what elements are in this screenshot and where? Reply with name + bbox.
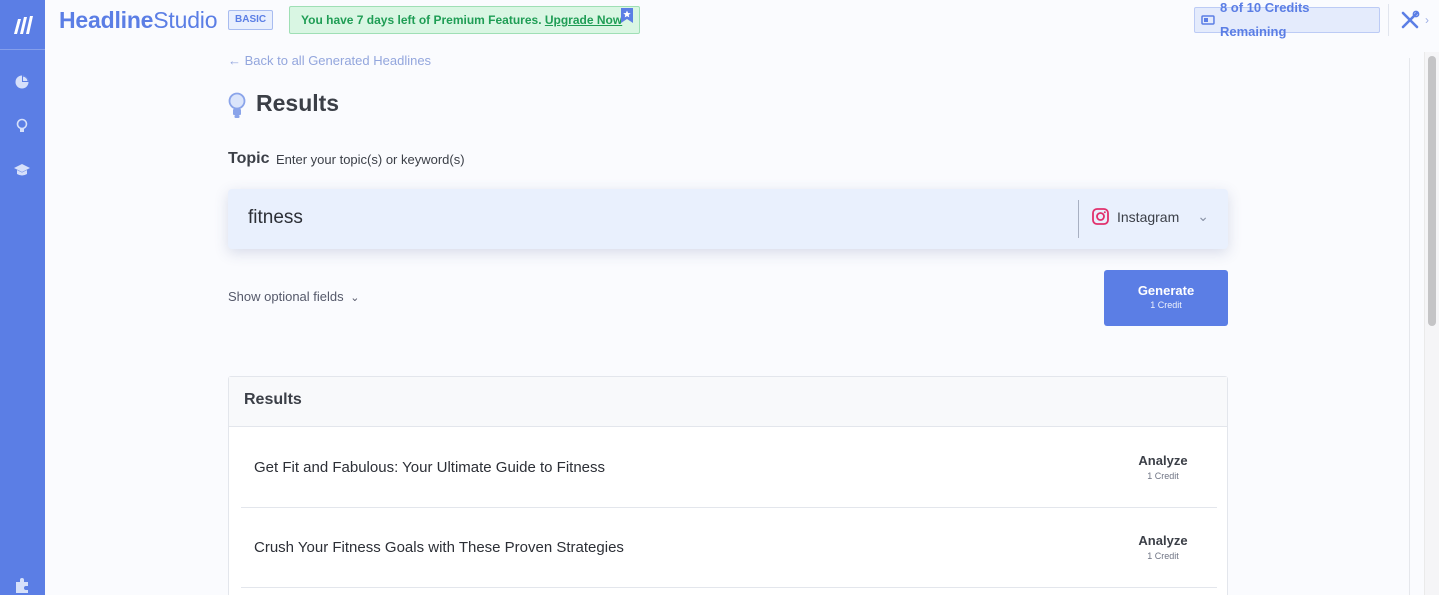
analyze-button[interactable]: Analyze 1 Credit bbox=[1121, 533, 1205, 561]
result-row: Get Fit and Fabulous: Your Ultimate Guid… bbox=[241, 428, 1217, 508]
brand-bold: Headline bbox=[59, 7, 154, 33]
analyze-label: Analyze bbox=[1138, 533, 1188, 548]
credits-remaining[interactable]: 8 of 10 Credits Remaining bbox=[1194, 0, 1380, 39]
topic-input[interactable]: fitness bbox=[248, 207, 303, 229]
analyze-cost: 1 Credit bbox=[1147, 551, 1179, 561]
result-headline: Crush Your Fitness Goals with These Prov… bbox=[254, 539, 624, 556]
chevron-down-icon: ⌄ bbox=[1197, 208, 1209, 224]
result-headline: Get Fit and Fabulous: Your Ultimate Guid… bbox=[254, 459, 606, 476]
brand-light: Studio bbox=[153, 7, 218, 33]
generate-button[interactable]: Generate 1 Credit bbox=[1104, 270, 1228, 326]
topic-field: fitness Instagram ⌄ bbox=[228, 189, 1228, 249]
chevron-right-icon[interactable]: › bbox=[1425, 13, 1429, 27]
platform-label: Instagram bbox=[1117, 208, 1180, 225]
back-link[interactable]: ← Back to all Generated Headlines bbox=[228, 53, 431, 68]
analyze-label: Analyze bbox=[1138, 453, 1188, 468]
top-bar: HeadlineStudio BASIC You have 7 days lef… bbox=[45, 0, 1439, 40]
optional-fields-label: Show optional fields bbox=[228, 289, 344, 304]
star-ribbon-icon bbox=[620, 6, 634, 23]
credits-text: 8 of 10 Credits Remaining bbox=[1219, 0, 1310, 39]
results-panel: Results Get Fit and Fabulous: Your Ultim… bbox=[228, 376, 1228, 595]
logo-icon[interactable] bbox=[0, 0, 45, 50]
scrollbar-thumb[interactable] bbox=[1428, 56, 1436, 326]
chevron-down-icon: ⌄ bbox=[350, 292, 360, 304]
topic-label: Topic bbox=[228, 150, 270, 167]
graduation-cap-icon[interactable] bbox=[12, 160, 32, 180]
analyze-cost: 1 Credit bbox=[1147, 471, 1179, 481]
tools-icon[interactable] bbox=[1400, 10, 1420, 35]
generate-label: Generate bbox=[1137, 283, 1195, 298]
promo-banner: You have 7 days left of Premium Features… bbox=[289, 6, 640, 34]
divider bbox=[1078, 200, 1079, 238]
credit-ticket-icon bbox=[1201, 15, 1215, 25]
sidebar bbox=[0, 0, 45, 595]
content-divider bbox=[1409, 58, 1410, 595]
lightbulb-icon bbox=[228, 92, 246, 125]
platform-select[interactable]: Instagram ⌄ bbox=[1092, 208, 1209, 225]
lightbulb-icon[interactable] bbox=[12, 116, 32, 136]
chart-icon[interactable] bbox=[12, 72, 32, 92]
brand-logo[interactable]: HeadlineStudio bbox=[59, 7, 217, 34]
instagram-icon bbox=[1092, 208, 1109, 225]
upgrade-link[interactable]: Upgrade Now bbox=[545, 13, 622, 27]
result-row: Crush Your Fitness Goals with These Prov… bbox=[241, 508, 1217, 588]
divider bbox=[1388, 4, 1389, 36]
plan-badge: BASIC bbox=[228, 10, 274, 30]
puzzle-icon[interactable] bbox=[12, 575, 32, 595]
generate-cost: 1 Credit bbox=[1150, 300, 1182, 310]
promo-text: You have 7 days left of Premium Features… bbox=[301, 13, 545, 27]
page-title: Results bbox=[256, 90, 340, 116]
results-heading: Results bbox=[229, 377, 1227, 427]
topic-hint: Enter your topic(s) or keyword(s) bbox=[276, 152, 465, 167]
analyze-button[interactable]: Analyze 1 Credit bbox=[1121, 453, 1205, 481]
show-optional-fields[interactable]: Show optional fields ⌄ bbox=[228, 289, 359, 304]
